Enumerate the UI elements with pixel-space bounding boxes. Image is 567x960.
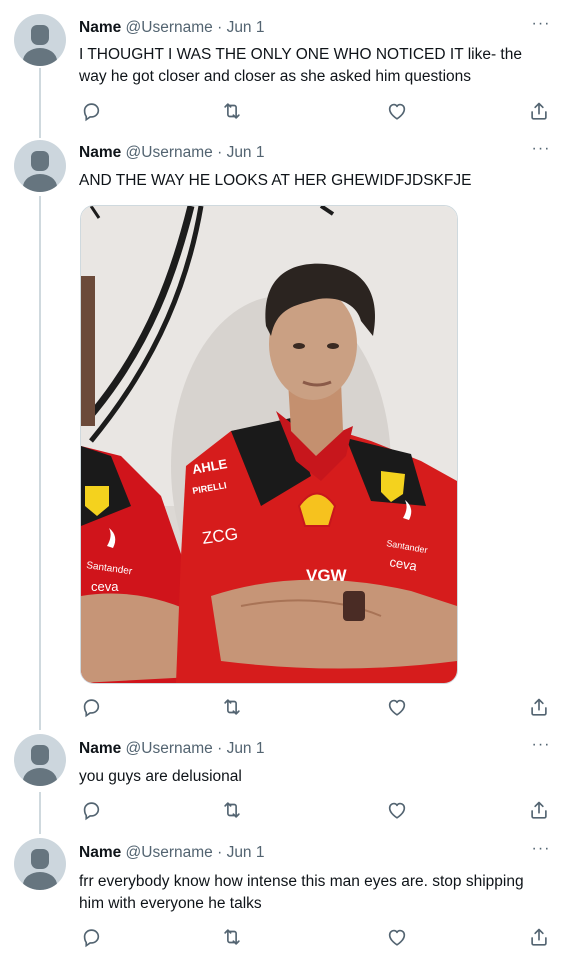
share-icon[interactable] [528,799,550,821]
more-options-icon[interactable]: ··· [531,141,551,157]
handle[interactable]: @Username [126,19,213,36]
tweet[interactable]: Name @Username · Jun 1 ··· I THOUGHT I W… [0,0,567,130]
display-name[interactable]: Name [79,740,121,757]
share-icon[interactable] [528,100,550,122]
tweet[interactable]: Name @Username · Jun 1 ··· AND THE WAY H… [0,130,567,730]
retweet-icon[interactable] [221,696,243,718]
more-options-icon[interactable]: ··· [531,16,551,32]
share-icon[interactable] [528,926,550,948]
retweet-icon[interactable] [221,799,243,821]
reply-icon[interactable] [80,926,102,948]
action-bar [0,696,567,720]
action-bar [0,926,567,950]
avatar[interactable] [14,734,66,786]
avatar[interactable] [14,838,66,890]
display-name[interactable]: Name [79,19,121,36]
separator: · [217,740,223,757]
tweet[interactable]: Name @Username · Jun 1 ··· frr everybody… [0,834,567,960]
separator: · [217,19,223,36]
sponsor-text: ceva [91,579,119,594]
tweet-header: Name @Username · Jun 1 [79,843,264,863]
like-icon[interactable] [386,926,408,948]
photo-illustration: AHLE PIRELLI ZCG VGW Santander ceva Sant… [81,206,457,683]
reply-icon[interactable] [80,696,102,718]
timestamp[interactable]: Jun 1 [227,19,265,36]
like-icon[interactable] [386,100,408,122]
reply-icon[interactable] [80,799,102,821]
more-options-icon[interactable]: ··· [531,737,551,753]
more-options-icon[interactable]: ··· [531,841,551,857]
tweet[interactable]: Name @Username · Jun 1 ··· you guys are … [0,730,567,830]
sponsor-text: VGW [306,566,348,585]
separator: · [217,844,223,861]
reply-icon[interactable] [80,100,102,122]
share-icon[interactable] [528,696,550,718]
timestamp[interactable]: Jun 1 [227,740,265,757]
tweet-header: Name @Username · Jun 1 [79,739,264,759]
like-icon[interactable] [386,696,408,718]
tweet-header: Name @Username · Jun 1 [79,143,264,163]
handle[interactable]: @Username [126,844,213,861]
timestamp[interactable]: Jun 1 [227,844,265,861]
display-name[interactable]: Name [79,144,121,161]
tweet-text: I THOUGHT I WAS THE ONLY ONE WHO NOTICED… [79,46,522,85]
tweet-photo[interactable]: AHLE PIRELLI ZCG VGW Santander ceva Sant… [80,205,458,684]
display-name[interactable]: Name [79,844,121,861]
action-bar [0,799,567,823]
tweet-header: Name @Username · Jun 1 [79,18,264,38]
retweet-icon[interactable] [221,926,243,948]
handle[interactable]: @Username [126,740,213,757]
avatar[interactable] [14,140,66,192]
separator: · [217,144,223,161]
tweet-text: AND THE WAY HE LOOKS AT HER GHEWIDFJDSKF… [79,172,472,189]
tweet-text: frr everybody know how intense this man … [79,873,524,912]
handle[interactable]: @Username [126,144,213,161]
tweet-text: you guys are delusional [79,768,242,785]
like-icon[interactable] [386,799,408,821]
timestamp[interactable]: Jun 1 [227,144,265,161]
retweet-icon[interactable] [221,100,243,122]
action-bar [0,100,567,124]
avatar[interactable] [14,14,66,66]
